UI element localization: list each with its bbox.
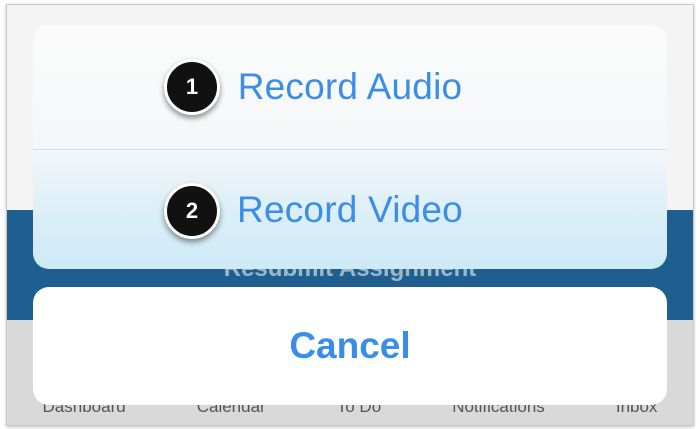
cancel-button[interactable]: Cancel (33, 287, 667, 405)
screenshot-frame: Resubmit Assignment Dashboard Calendar T… (6, 4, 694, 426)
cancel-label: Cancel (289, 325, 411, 366)
record-video-button[interactable]: Record Video (33, 150, 667, 269)
record-video-label: Record Video (237, 188, 463, 230)
step-badge-2: 2 (164, 183, 220, 239)
action-sheet-options: Record Audio Record Video 1 2 (33, 25, 667, 269)
step-badge-1: 1 (164, 59, 220, 115)
record-audio-label: Record Audio (237, 66, 463, 107)
record-audio-button[interactable]: Record Audio (33, 25, 667, 149)
